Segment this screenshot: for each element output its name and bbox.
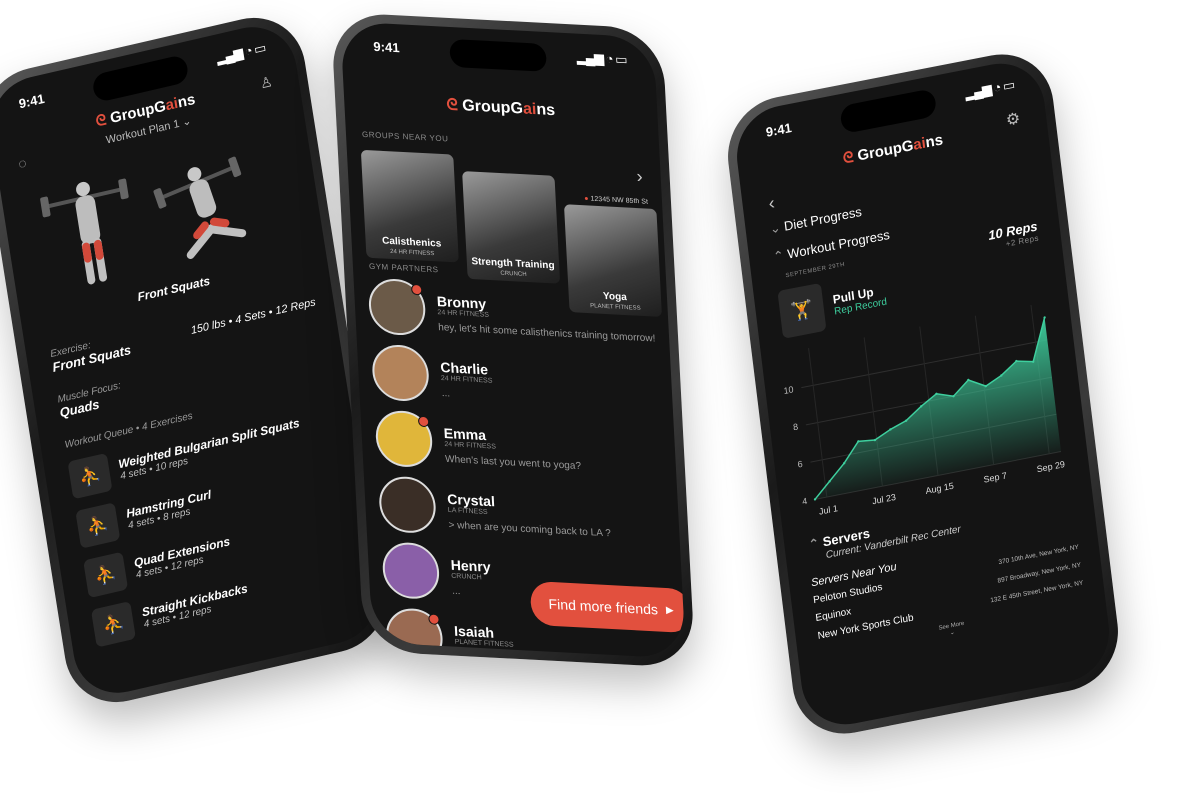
x-tick-label: Jul 1	[818, 503, 838, 517]
avatar	[381, 541, 441, 601]
y-tick-label: 6	[797, 459, 803, 470]
signal-wifi-battery-icon: ▂▄▆ ◔ ▭	[215, 39, 267, 66]
logo-mark-icon: ᘓ	[446, 96, 459, 115]
signal-wifi-battery-icon: ▂▄▆ ◔ ▭	[964, 76, 1015, 102]
avatar	[367, 277, 427, 337]
cta-label: Find more friends	[548, 595, 659, 618]
unread-dot	[428, 613, 440, 625]
exercise-thumbnail-icon: ⛹	[67, 452, 113, 500]
status-time: 9:41	[765, 119, 793, 140]
logo-text-prefix: GroupG	[856, 136, 915, 165]
profile-icon[interactable]: ♙	[259, 73, 274, 93]
diet-progress-toggle[interactable]: ⌄ Diet Progress	[769, 204, 863, 238]
back-chevron-icon[interactable]: ‹	[767, 192, 775, 214]
friend-message: ...	[451, 585, 461, 598]
reps-summary: 10 Reps +2 Reps	[987, 218, 1039, 251]
chevron-down-icon: ⌄	[768, 219, 782, 237]
squat-figure-standing	[39, 171, 130, 294]
group-card[interactable]: Calisthenics 24 HR FITNESS	[360, 149, 459, 263]
app-logo: ᘓ GroupGains	[344, 91, 658, 125]
x-tick-label: Jul 23	[872, 492, 897, 507]
friend-message: ...	[441, 388, 451, 400]
y-tick-label: 4	[802, 496, 808, 507]
phone-progress: 9:41 ▂▄▆ ◔ ▭ ⚙ ᘓ GroupGains ‹ ⌄ Diet Pro…	[721, 44, 1125, 744]
avatar	[377, 475, 438, 535]
exercise-thumbnail-icon: ⛹	[90, 601, 136, 648]
friend-row[interactable]: Henry CRUNCH...	[381, 541, 492, 603]
screen-social: 9:41 ▂▄▆ ◔ ▭ ᘓ GroupGains GROUPS NEAR YO…	[340, 21, 686, 659]
logo-text-prefix: GroupG	[461, 97, 524, 118]
unread-dot	[410, 283, 423, 296]
progress-date: SEPTEMBER 29TH	[785, 261, 846, 280]
y-tick-label: 10	[783, 384, 794, 396]
screen-progress: 9:41 ▂▄▆ ◔ ▭ ⚙ ᘓ GroupGains ‹ ⌄ Diet Pro…	[731, 55, 1115, 733]
friend-row[interactable]: Crystal LA FITNESS > when are you coming b…	[377, 475, 612, 543]
server-name: Equinox	[814, 606, 852, 625]
exercise-thumbnail-icon: ⛹	[75, 502, 121, 549]
chevron-up-icon: ⌃	[772, 247, 785, 265]
avatar	[370, 343, 431, 403]
x-tick-label: Sep 7	[983, 470, 1007, 484]
screen-workout: 9:41 ▂▄▆ ◔ ▭ ᘓ GroupGains ◌ ♙ Workout Pl…	[0, 17, 387, 703]
exercise-stats: 150 lbs • 4 Sets • 12 Reps	[190, 296, 317, 337]
logo-text-suffix: ns	[535, 101, 556, 120]
logo-text-suffix: ns	[176, 90, 197, 112]
chevron-down-icon: ⌄	[949, 629, 956, 637]
friend-message	[455, 652, 514, 655]
find-more-friends-button[interactable]: Find more friends ▶	[529, 580, 686, 634]
phone-social: 9:41 ▂▄▆ ◔ ▭ ᘓ GroupGains GROUPS NEAR YO…	[330, 11, 696, 669]
logo-text-suffix: ns	[924, 131, 944, 152]
muscle-block: Muscle Focus: Quads	[57, 380, 124, 420]
diet-progress-label: Diet Progress	[783, 203, 863, 234]
friend-message: > when are you coming back to LA ?	[448, 519, 612, 540]
workout-progress-label: Workout Progress	[786, 226, 891, 262]
friend-row[interactable]: Isaiah PLANET FITNESS	[384, 607, 515, 659]
x-tick-label: Sep 29	[1036, 459, 1065, 474]
logo-mark-icon: ᘓ	[842, 148, 855, 168]
exercise-thumbnail-icon: ⛹	[83, 551, 129, 599]
group-card[interactable]: Strength Training CRUNCH	[462, 171, 561, 284]
friend-message: When's last you went to yoga?	[444, 453, 582, 473]
status-time: 9:41	[17, 90, 46, 112]
friend-row[interactable]: Charlie 24 HR FITNESS...	[370, 343, 494, 406]
grid-line	[808, 348, 828, 498]
friend-gym: 24 HR FITNESS	[440, 375, 493, 385]
logo-mark-icon: ᘓ	[94, 111, 108, 131]
friend-row[interactable]: Emma 24 HR FITNESS When's last you went to…	[374, 409, 581, 476]
status-time: 9:41	[373, 38, 400, 56]
groups-title: GROUPS NEAR YOU	[361, 129, 449, 144]
y-tick-label: 8	[792, 421, 798, 432]
play-arrow-icon: ▶	[665, 604, 674, 616]
avatar	[384, 607, 444, 659]
exercise-block: Exercise: Front Squats	[50, 331, 132, 375]
x-tick-label: Aug 15	[925, 481, 954, 496]
unread-dot	[417, 415, 430, 428]
chevron-up-icon: ⌃	[807, 535, 821, 553]
squat-figure-bottom	[152, 151, 256, 279]
signal-wifi-battery-icon: ▂▄▆ ◔ ▭	[576, 49, 627, 68]
avatar	[374, 409, 434, 469]
pull-up-thumbnail-icon: 🏋	[777, 282, 827, 339]
